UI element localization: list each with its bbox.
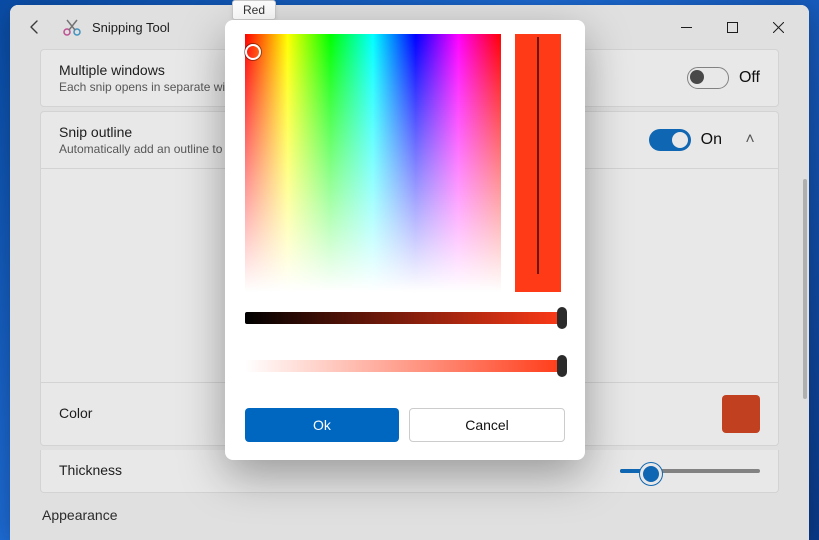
- alpha-slider[interactable]: [245, 360, 565, 372]
- hue-preview-column[interactable]: [515, 34, 561, 292]
- hue-indicator-line: [537, 37, 539, 274]
- sv-cursor[interactable]: [245, 44, 261, 60]
- alpha-slider-thumb[interactable]: [557, 355, 567, 377]
- color-picker-dialog: Ok Cancel: [225, 20, 585, 460]
- value-slider-thumb[interactable]: [557, 307, 567, 329]
- saturation-value-field[interactable]: [245, 34, 501, 292]
- cancel-button[interactable]: Cancel: [409, 408, 565, 442]
- tooltip-color-name: Red: [232, 0, 276, 20]
- value-slider[interactable]: [245, 312, 565, 324]
- ok-button[interactable]: Ok: [245, 408, 399, 442]
